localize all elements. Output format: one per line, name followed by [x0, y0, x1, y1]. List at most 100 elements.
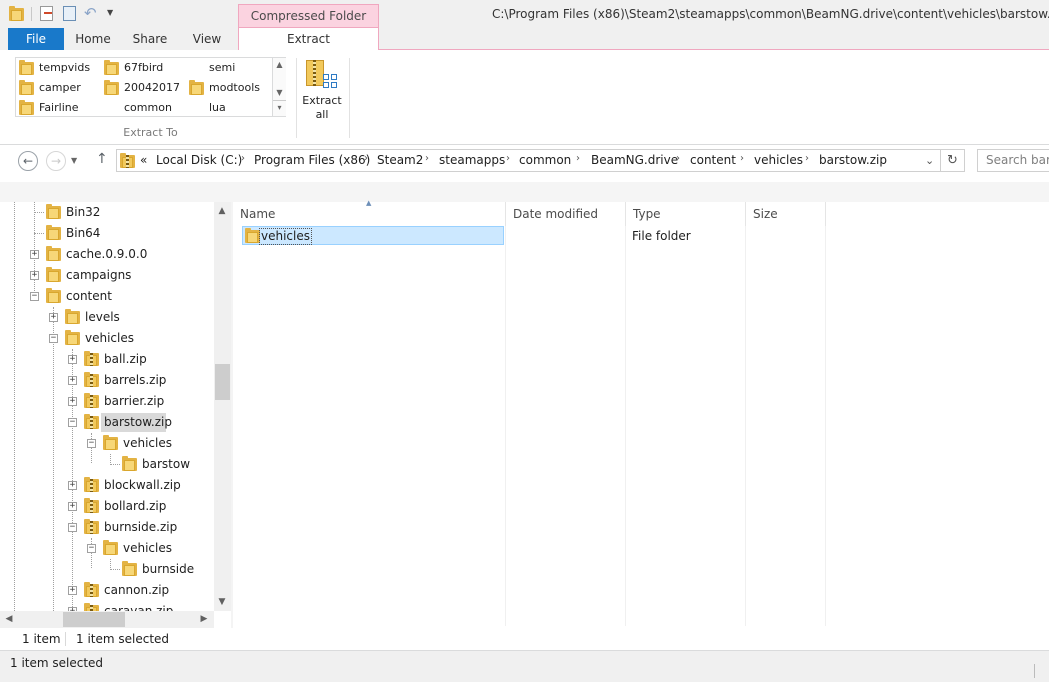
tree-item[interactable]: − vehicles	[0, 328, 214, 349]
back-button[interactable]: ←	[18, 151, 38, 171]
tree-item[interactable]: − content	[0, 286, 214, 307]
tree-item[interactable]: burnside	[0, 559, 214, 580]
tab-view[interactable]: View	[180, 28, 234, 50]
tree-item[interactable]: + cannon.zip	[0, 580, 214, 601]
tree-vertical-scrollbar[interactable]: ▲ ▼	[214, 202, 231, 611]
tree-item[interactable]: Bin64	[0, 223, 214, 244]
gallery-more-icon[interactable]: ▾	[273, 100, 286, 115]
forward-arrow-icon: →	[50, 154, 62, 168]
app-icon[interactable]	[9, 6, 24, 21]
breadcrumb-barstow[interactable]: barstow.zip	[819, 153, 887, 167]
scroll-up-icon[interactable]: ▲	[215, 204, 229, 218]
expand-icon[interactable]: +	[30, 271, 39, 280]
tree-item[interactable]: + blockwall.zip	[0, 475, 214, 496]
refresh-button[interactable]: ↻	[941, 149, 965, 172]
collapse-icon[interactable]: −	[68, 523, 77, 532]
expand-icon[interactable]: +	[68, 502, 77, 511]
status-selected: 1 item selected	[76, 632, 170, 646]
tab-extract[interactable]: Extract	[238, 28, 379, 50]
expand-icon[interactable]: +	[49, 313, 58, 322]
tree-item[interactable]: + levels	[0, 307, 214, 328]
breadcrumb-content[interactable]: content	[690, 153, 736, 167]
forward-button[interactable]: →	[46, 151, 66, 171]
folder-icon	[46, 225, 61, 240]
breadcrumb-separator-icon[interactable]: ›	[805, 153, 809, 164]
group-separator	[296, 58, 297, 138]
folder-open-icon	[65, 330, 80, 345]
customize-qat-icon[interactable]: ▼	[107, 8, 113, 17]
tree-item-label: campaigns	[66, 268, 132, 282]
breadcrumb-overflow[interactable]: «	[140, 153, 147, 167]
up-button[interactable]: ↑	[96, 151, 108, 167]
tree-item[interactable]: + barrier.zip	[0, 391, 214, 412]
zip-folder-icon	[120, 153, 135, 168]
tree-item[interactable]: + barrels.zip	[0, 370, 214, 391]
tree-item-label: Bin32	[66, 205, 101, 219]
tree-item[interactable]: + bollard.zip	[0, 496, 214, 517]
column-header-date-modified[interactable]: Date modified	[506, 202, 626, 226]
expand-icon[interactable]: +	[30, 250, 39, 259]
search-input[interactable]: Search barstow.zip	[977, 149, 1049, 172]
expand-icon[interactable]: +	[68, 376, 77, 385]
breadcrumb-separator-icon[interactable]: ›	[364, 153, 368, 164]
scroll-left-icon[interactable]: ◀	[2, 612, 16, 626]
file-row[interactable]: vehicles	[242, 226, 504, 245]
pane-splitter[interactable]	[231, 202, 233, 628]
breadcrumb-separator-icon[interactable]: ›	[576, 153, 580, 164]
breadcrumb-vehicles[interactable]: vehicles	[754, 153, 803, 167]
properties-icon[interactable]	[40, 6, 53, 21]
column-header-size[interactable]: Size	[746, 202, 826, 226]
breadcrumb-common[interactable]: common	[519, 153, 571, 167]
collapse-icon[interactable]: −	[87, 439, 96, 448]
breadcrumb-steam2[interactable]: Steam2	[377, 153, 423, 167]
tab-file[interactable]: File	[8, 28, 64, 50]
tree-item[interactable]: − burnside.zip	[0, 517, 214, 538]
breadcrumb-separator-icon[interactable]: ›	[241, 153, 245, 164]
resize-grip-icon[interactable]	[1034, 664, 1047, 678]
tree-horizontal-thumb[interactable]	[63, 612, 125, 627]
tree-item[interactable]: − vehicles	[0, 433, 214, 454]
column-header-name[interactable]: Name	[233, 202, 506, 226]
breadcrumb-separator-icon[interactable]: ›	[506, 153, 510, 164]
collapse-icon[interactable]: −	[87, 544, 96, 553]
expand-icon[interactable]: +	[68, 586, 77, 595]
tree-item[interactable]: + caravan.zip	[0, 601, 214, 611]
tree-item-label: cannon.zip	[104, 583, 170, 597]
breadcrumb-beamng[interactable]: BeamNG.drive	[591, 153, 678, 167]
breadcrumb-separator-icon[interactable]: ›	[425, 153, 429, 164]
collapse-icon[interactable]: −	[49, 334, 58, 343]
expand-icon[interactable]: +	[68, 355, 77, 364]
tab-share[interactable]: Share	[122, 28, 178, 50]
undo-icon[interactable]: ↶	[84, 4, 97, 22]
collapse-icon[interactable]: −	[68, 418, 77, 427]
breadcrumb-program-files[interactable]: Program Files (x86)	[254, 153, 370, 167]
breadcrumb-local-disk[interactable]: Local Disk (C:)	[156, 153, 242, 167]
tree-item[interactable]: barstow	[0, 454, 214, 475]
recent-locations-icon[interactable]: ▼	[71, 156, 77, 165]
column-header-type[interactable]: Type	[626, 202, 746, 226]
tree-item[interactable]: + campaigns	[0, 265, 214, 286]
tree-item[interactable]: + ball.zip	[0, 349, 214, 370]
tree-item[interactable]: + cache.0.9.0.0	[0, 244, 214, 265]
breadcrumb-steamapps[interactable]: steamapps	[439, 153, 505, 167]
breadcrumb-separator-icon[interactable]: ›	[676, 153, 680, 164]
group-separator	[349, 58, 350, 138]
scroll-right-icon[interactable]: ▶	[197, 612, 211, 626]
tree-vertical-thumb[interactable]	[215, 364, 230, 400]
collapse-icon[interactable]: −	[30, 292, 39, 301]
gallery-down-icon[interactable]: ▼	[273, 86, 286, 100]
expand-icon[interactable]: +	[68, 397, 77, 406]
tree-item[interactable]: − vehicles	[0, 538, 214, 559]
tree-item-selected[interactable]: − barstow.zip	[0, 412, 214, 433]
gallery-up-icon[interactable]: ▲	[273, 58, 286, 72]
tab-home[interactable]: Home	[66, 28, 120, 50]
tree-item-label: levels	[85, 310, 120, 324]
extract-all-button[interactable]: Extract all	[300, 58, 344, 122]
expand-icon[interactable]: +	[68, 481, 77, 490]
address-dropdown-icon[interactable]: ⌄	[925, 154, 934, 167]
gallery-scrollbar[interactable]: ▲ ▼ ▾	[272, 58, 286, 116]
breadcrumb-separator-icon[interactable]: ›	[740, 153, 744, 164]
new-folder-icon[interactable]	[63, 6, 76, 21]
tree-item[interactable]: Bin32	[0, 202, 214, 223]
scroll-down-icon[interactable]: ▼	[215, 595, 229, 609]
